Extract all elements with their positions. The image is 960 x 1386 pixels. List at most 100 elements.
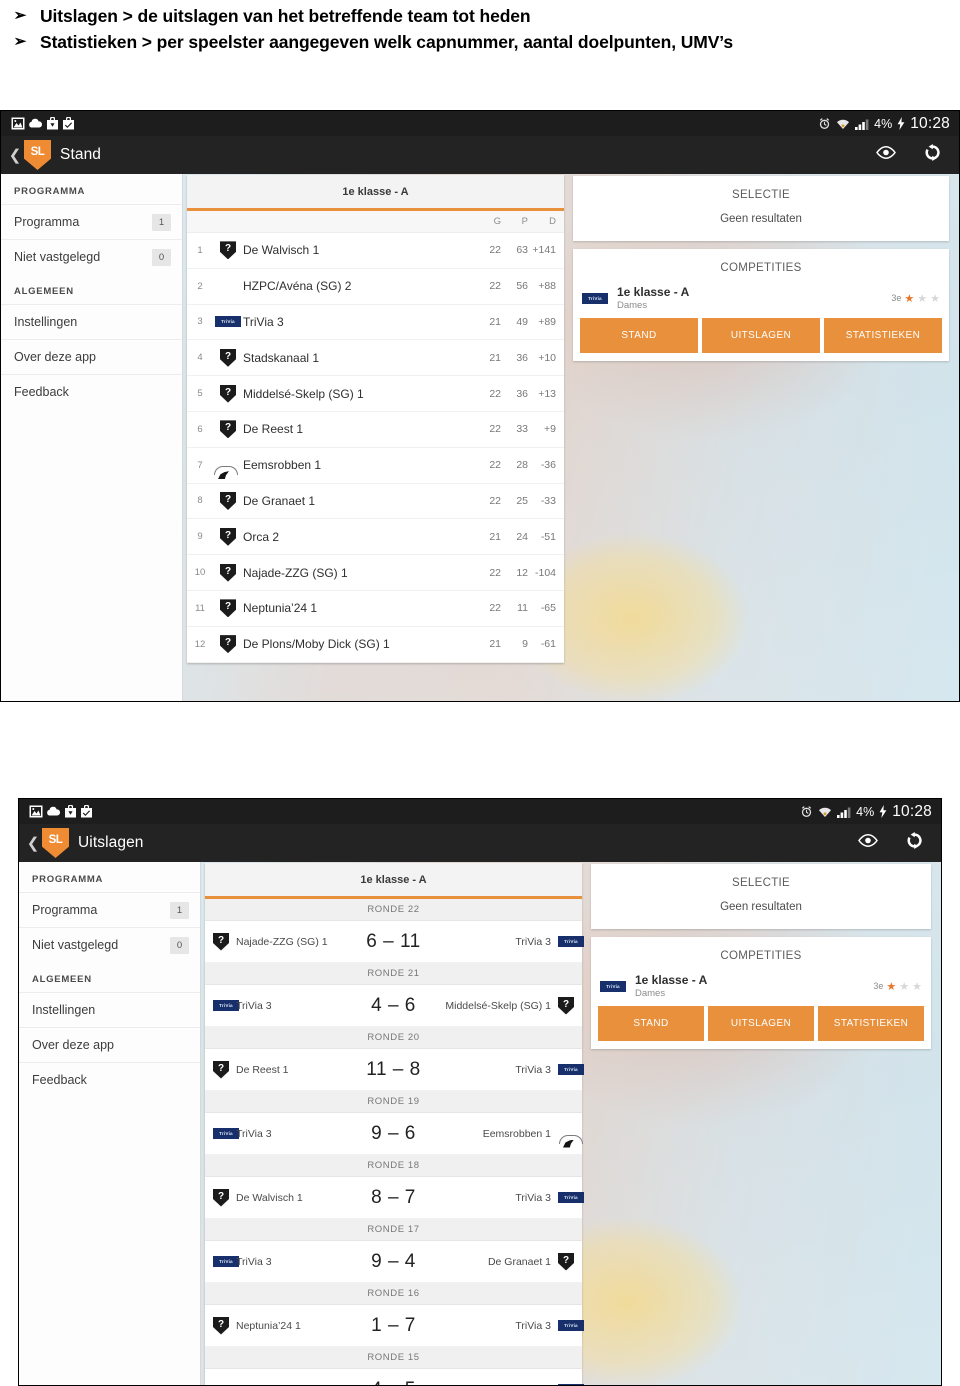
sidebar-item-niet-vastgelegd[interactable]: Niet vastgelegd 0 — [1, 239, 182, 274]
competities-panel: COMPETITIES TriVia 1e klasse - A Dames 3… — [591, 937, 931, 1049]
selectie-title: SELECTIE — [731, 877, 790, 889]
round-separator: RONDE 21 — [205, 963, 582, 985]
match-score: 1 – 7 — [371, 1314, 416, 1336]
round-separator: RONDE 20 — [205, 1027, 582, 1049]
app-body: PROGRAMMA Programma 1 Niet vastgelegd 0 … — [19, 862, 941, 1385]
standings-row[interactable]: 1? De Walvisch 1 22 63 +141 — [187, 233, 564, 269]
right-column: SELECTIE Geen resultaten COMPETITIES Tri… — [568, 174, 959, 701]
refresh-icon[interactable] — [906, 832, 923, 854]
team-logo: ? — [213, 491, 243, 510]
games-played: 21 — [489, 351, 501, 364]
selectie-title: SELECTIE — [731, 189, 790, 201]
star-icon: ★ — [912, 980, 922, 993]
standings-row[interactable]: 11? Neptunia’24 1 22 11 -65 — [187, 590, 564, 627]
stand-button[interactable]: STAND — [580, 318, 698, 353]
away-team-logo: TriVia — [558, 1192, 584, 1203]
away-team-name: Eemsrobben 1 — [482, 1127, 551, 1140]
goal-difference: +10 — [538, 351, 556, 364]
stand-button[interactable]: STAND — [598, 1006, 704, 1041]
sidebar-item-programma[interactable]: Programma 1 — [19, 892, 200, 927]
app-bar: ❮ SL Stand — [1, 136, 959, 174]
standings-row[interactable]: 3 TriVia TriVia 3 21 49 +89 — [187, 304, 564, 341]
result-row[interactable]: TriVia TriVia 3 4 – 6 Middelsé-Skelp (SG) 1… — [205, 985, 582, 1027]
home-team-name: De Reest 1 — [236, 1063, 289, 1076]
sidebar-section-title: PROGRAMMA — [14, 186, 86, 197]
team-name: De Walvisch 1 — [243, 243, 320, 258]
sidebar-item-programma[interactable]: Programma 1 — [1, 204, 182, 239]
standings-row[interactable]: 4? Stadskanaal 1 21 36 +10 — [187, 340, 564, 377]
result-row[interactable]: TriVia TriVia 3 9 – 4 De Granaet 1? — [205, 1241, 582, 1283]
eye-icon[interactable] — [876, 146, 896, 164]
sidebar-item-instellingen[interactable]: Instellingen — [1, 304, 182, 339]
result-row[interactable]: ? De Reest 1 11 – 8 TriVia 3 TriVia — [205, 1049, 584, 1091]
sl-shield-logo-icon: SL — [42, 828, 69, 858]
team-logo: ? — [213, 384, 243, 403]
competition-name: 1e klasse - A — [635, 973, 708, 987]
sidebar-item-niet-vastgelegd[interactable]: Niet vastgelegd 0 — [19, 927, 200, 962]
home-team: ? De Reest 1 — [213, 1060, 348, 1079]
standings-row[interactable]: 5? Middelsé-Skelp (SG) 1 22 36 +13 — [187, 376, 564, 412]
points: 36 — [516, 387, 528, 400]
result-row[interactable]: ? Najade-ZZG (SG) 1 6 – 11 TriVia 3 TriVia — [205, 921, 584, 963]
back-chevron-icon[interactable]: ❮ — [8, 146, 22, 164]
trivia-badge-icon: TriVia — [600, 980, 626, 992]
refresh-icon[interactable] — [924, 144, 941, 166]
trivia-badge-icon: TriVia — [558, 1192, 584, 1203]
eye-icon[interactable] — [858, 834, 878, 852]
games-played: 22 — [489, 459, 501, 472]
sidebar-item-over-deze-app[interactable]: Over deze app — [19, 1027, 200, 1062]
games-played: 22 — [489, 387, 501, 400]
team-name: Eemsrobben 1 — [243, 458, 322, 473]
points: 63 — [516, 244, 528, 257]
team-name: Najade-ZZG (SG) 1 — [243, 565, 348, 580]
sidebar-item-over-deze-app[interactable]: Over deze app — [1, 339, 182, 374]
points: 12 — [516, 566, 528, 579]
points: 11 — [517, 602, 528, 615]
rank-number: 3 — [197, 316, 203, 328]
standings-row[interactable]: 8? De Granaet 1 22 25 -33 — [187, 483, 564, 520]
goal-difference: +9 — [544, 423, 556, 436]
standings-row[interactable]: 7 Eemsrobben 1 22 28 -36 — [187, 447, 564, 484]
unknown-team-crest-icon: ? — [220, 348, 236, 367]
uitslagen-button[interactable]: UITSLAGEN — [708, 1006, 814, 1041]
statistieken-button[interactable]: STATISTIEKEN — [818, 1006, 924, 1041]
standings-row[interactable]: 9? Orca 2 21 24 -51 — [187, 519, 564, 556]
back-chevron-icon[interactable]: ❮ — [26, 834, 40, 852]
home-team-logo: TriVia — [213, 1128, 239, 1139]
standings-row[interactable]: 12? De Plons/Moby Dick (SG) 1 21 9 -61 — [187, 626, 564, 663]
goal-difference: +88 — [538, 280, 556, 293]
competities-title: COMPETITIES — [720, 950, 802, 962]
competition-rank: 3e ★ ★ ★ — [873, 980, 922, 993]
result-row[interactable]: ? De Walvisch 1 8 – 7 TriVia 3 TriVia — [205, 1177, 584, 1219]
match-score: 4 – 5 — [348, 1379, 440, 1386]
standings-row[interactable]: 6? De Reest 1 22 33 +9 — [187, 411, 564, 448]
rank-number: 7 — [197, 459, 203, 471]
rank-number: 5 — [197, 388, 203, 400]
points: 9 — [522, 638, 528, 651]
away-team: TriVia 3 TriVia — [440, 1320, 584, 1332]
image-icon — [29, 805, 43, 818]
unknown-team-crest-icon: ? — [220, 384, 236, 403]
team-name: De Granaet 1 — [243, 493, 316, 508]
standings-row[interactable]: 10? Najade-ZZG (SG) 1 22 12 -104 — [187, 555, 564, 591]
sidebar-item-feedback[interactable]: Feedback — [19, 1062, 200, 1097]
sidebar-item-instellingen[interactable]: Instellingen — [19, 992, 200, 1027]
standings-row[interactable]: 2 HZPC/Avéna (SG) 2 22 56 +88 — [187, 268, 564, 305]
points: 33 — [516, 423, 528, 436]
result-row[interactable]: TriVia TriVia 3 9 – 6 Eemsrobben 1 — [205, 1113, 582, 1155]
charging-bolt-icon — [897, 117, 905, 130]
sidebar-item-feedback[interactable]: Feedback — [1, 374, 182, 409]
result-row[interactable]: ? Neptunia’24 1 1 – 7 TriVia 3 TriVia — [205, 1305, 584, 1347]
team-name: Stadskanaal 1 — [243, 350, 320, 365]
competition-row[interactable]: TriVia 1e klasse - A Dames 3e ★ ★ ★ — [591, 968, 931, 1006]
games-played: 22 — [489, 423, 501, 436]
competition-rank: 3e ★ ★ ★ — [891, 292, 940, 305]
trivia-badge-icon: TriVia — [558, 1320, 584, 1331]
home-team-name: TriVia 3 — [236, 1255, 272, 1268]
competition-row[interactable]: TriVia 1e klasse - A Dames 3e ★ ★ ★ — [573, 280, 949, 318]
result-row[interactable]: HZPC/Avéna (SG) 24 – 5TriVia 3TriVia — [205, 1369, 584, 1386]
trivia-badge-icon: TriVia — [558, 936, 584, 947]
games-played: 21 — [489, 315, 501, 328]
statistieken-button[interactable]: STATISTIEKEN — [824, 318, 942, 353]
uitslagen-button[interactable]: UITSLAGEN — [702, 318, 820, 353]
